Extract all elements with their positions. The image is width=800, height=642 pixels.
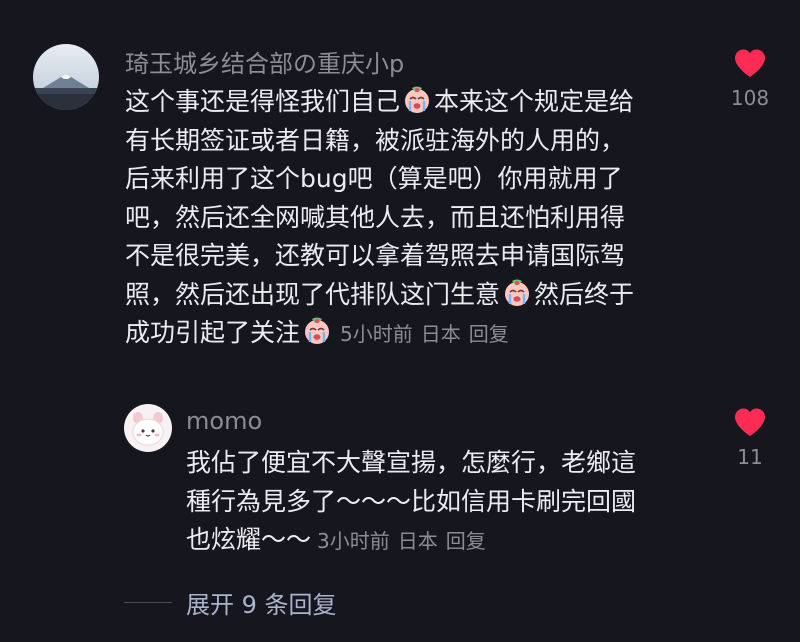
- crying-face-emoji-icon: [302, 316, 332, 346]
- comment-line-1: 这个事还是得怪我们自己 本来这个规定是给: [125, 85, 635, 116]
- comment-line-2: 有长期签证或者日籍，被派驻海外的人用的，: [125, 125, 626, 155]
- expand-replies-button[interactable]: 展开 9 条回复: [186, 585, 337, 620]
- reply-like-button[interactable]: 11: [720, 407, 780, 469]
- reply-like-count: 11: [737, 445, 763, 469]
- reply-body: 我佔了便宜不大聲宣揚，怎麼行，老鄉這 種行為見多了～～～比如信用卡刷完回國 也炫…: [186, 444, 636, 561]
- comment-reply-button[interactable]: 回复: [469, 322, 509, 346]
- reply-line-1: 我佔了便宜不大聲宣揚，怎麼行，老鄉這: [186, 448, 637, 477]
- reply-line-2: 種行為見多了～～～比如信用卡刷完回國: [186, 486, 637, 516]
- heart-icon: [735, 408, 765, 436]
- crying-face-emoji-icon: [502, 278, 532, 308]
- comment-like-count: 108: [730, 86, 770, 110]
- reply-user-avatar[interactable]: [124, 404, 172, 452]
- heart-icon: [735, 49, 765, 77]
- comment-line-3: 后来利用了这个bug吧（算是吧）你用就用了: [125, 164, 623, 193]
- comment-like-button[interactable]: 108: [720, 48, 780, 110]
- reply-meta: 3小时前 日本 回复: [317, 529, 494, 553]
- cartoon-avatar-image: [124, 404, 172, 452]
- expand-divider: [124, 602, 172, 603]
- expand-replies[interactable]: 展开 9 条回复: [124, 585, 337, 620]
- comment-line-5: 不是很完美，还教可以拿着驾照去申请国际驾: [125, 241, 626, 270]
- reply-reply-button[interactable]: 回复: [446, 529, 486, 553]
- comment-username[interactable]: 琦玉城乡结合部の重庆小p: [125, 48, 404, 80]
- reply-time: 3小时前: [317, 529, 390, 553]
- reply-line-3: 也炫耀～～ 3小时前 日本 回复: [186, 521, 636, 561]
- mount-fuji-avatar-image: [33, 44, 99, 110]
- comment-time: 5小时前: [340, 322, 413, 346]
- comment-body: 这个事还是得怪我们自己 本来这个规定是给 有长期签证或者日籍，被派驻海外的人用的，…: [125, 83, 634, 354]
- comment-line-4: 吧，然后还全网喊其他人去，而且还怕利用得: [125, 202, 626, 232]
- user-avatar[interactable]: [33, 44, 99, 110]
- comment-meta: 5小时前 日本 回复: [340, 322, 517, 346]
- crying-face-emoji-icon: [402, 85, 432, 115]
- reply-location: 日本: [397, 529, 438, 553]
- reply-username[interactable]: momo: [186, 405, 262, 437]
- comment-location: 日本: [420, 322, 461, 346]
- comment-line-6: 照，然后还出现了代排队这门生意 然后终于: [125, 278, 635, 309]
- comment-line-7: 成功引起了关注 5小时前 日本 回复: [125, 314, 634, 354]
